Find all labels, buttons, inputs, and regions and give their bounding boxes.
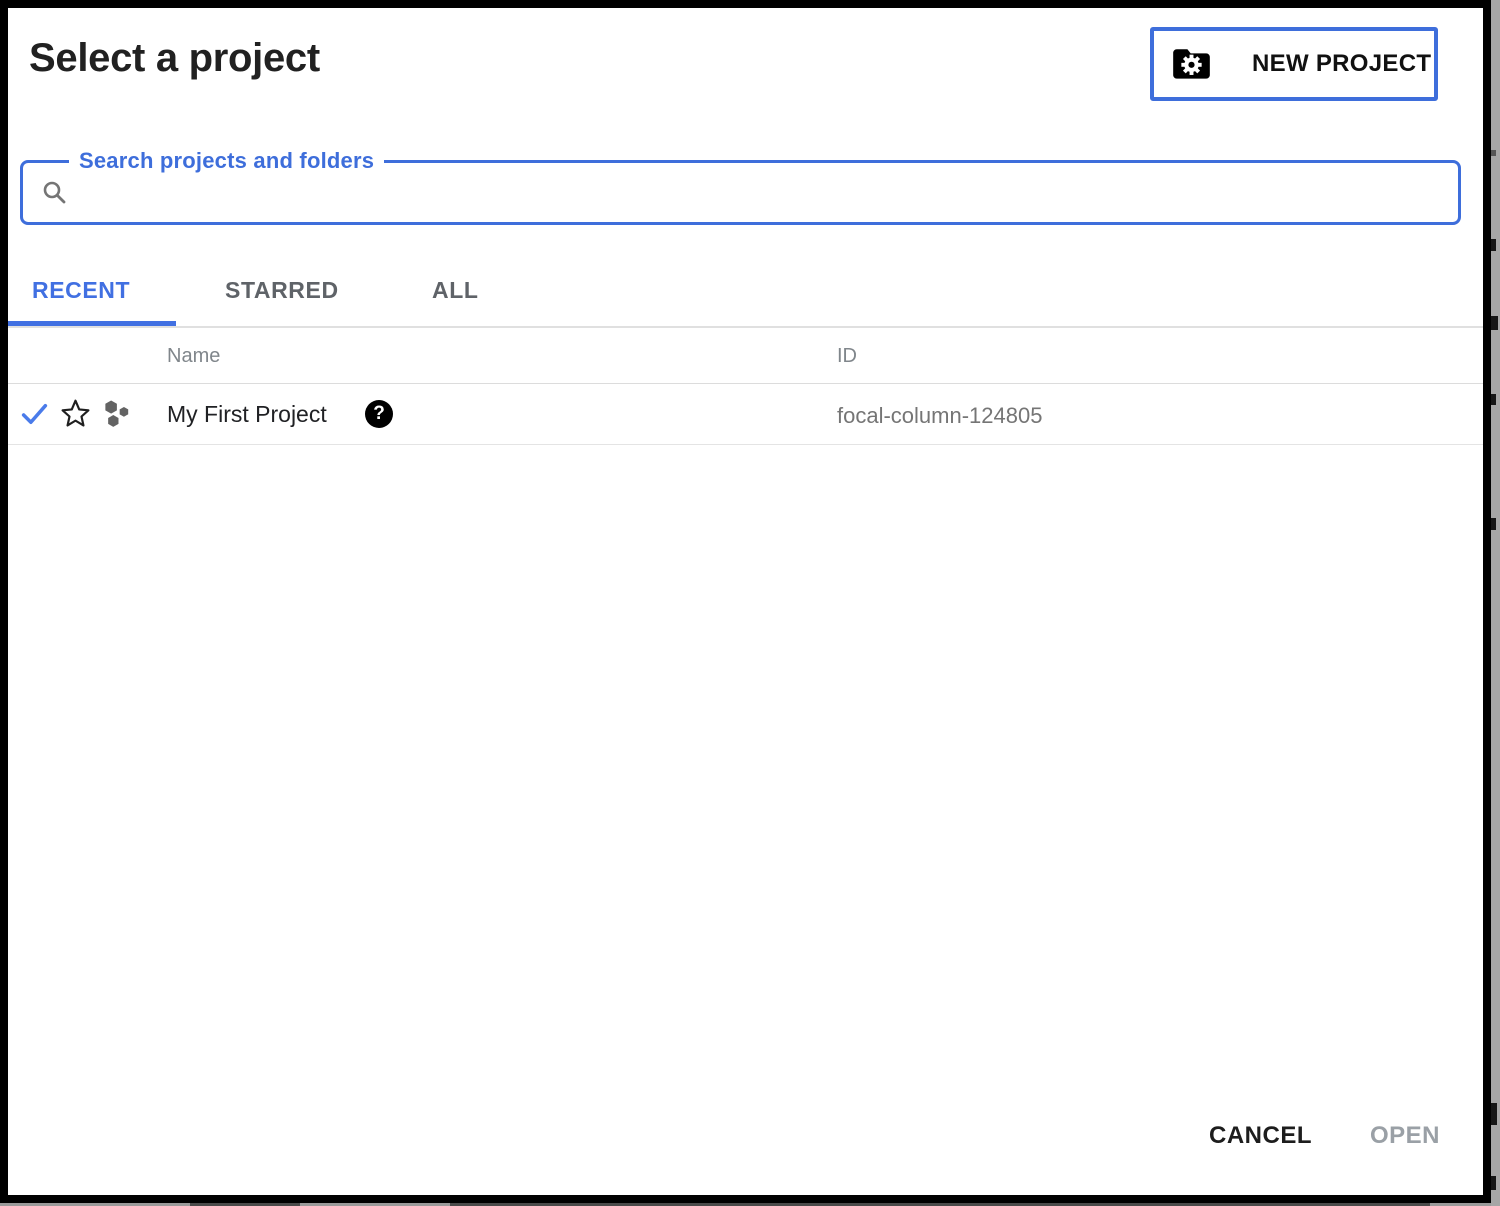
edge-fragment [1491,316,1498,330]
open-button[interactable]: OPEN [1360,1112,1450,1160]
tab-recent[interactable]: RECENT [32,277,130,304]
edge-fragment [1491,518,1496,530]
new-project-button[interactable]: NEW PROJECT [1150,27,1438,101]
column-header-id: ID [837,345,857,368]
project-name: My First Project [167,401,327,428]
page-edge-artifacts-right [1491,0,1500,1206]
folder-gear-icon [1171,47,1212,81]
select-project-dialog: Select a project [0,0,1491,1203]
star-outline-icon[interactable] [57,396,93,432]
question-mark-circle-icon[interactable]: ? [365,400,393,428]
page-title: Select a project [29,36,320,81]
search-field: Search projects and folders [20,160,1461,225]
cancel-button[interactable]: CANCEL [1199,1112,1322,1160]
hexagons-project-icon [101,398,133,430]
row-divider [8,444,1483,445]
active-tab-indicator [0,321,176,326]
edge-fragment [1491,1103,1497,1125]
screenshot-root: Select a project [0,0,1500,1206]
search-input[interactable] [83,166,1446,219]
project-id: focal-column-124805 [837,403,1042,429]
project-row[interactable]: My First Project ? focal-column-124805 [8,384,1483,444]
edge-fragment [1491,394,1496,405]
new-project-label: NEW PROJECT [1252,50,1431,78]
tab-starred[interactable]: STARRED [225,277,339,304]
tabbar-divider [8,326,1483,328]
check-icon [20,400,49,429]
edge-fragment [1491,239,1496,251]
search-icon [40,178,70,208]
tab-all[interactable]: ALL [432,277,479,304]
column-header-name: Name [167,345,220,368]
edge-fragment [1491,1176,1496,1190]
edge-fragment [1491,150,1496,156]
